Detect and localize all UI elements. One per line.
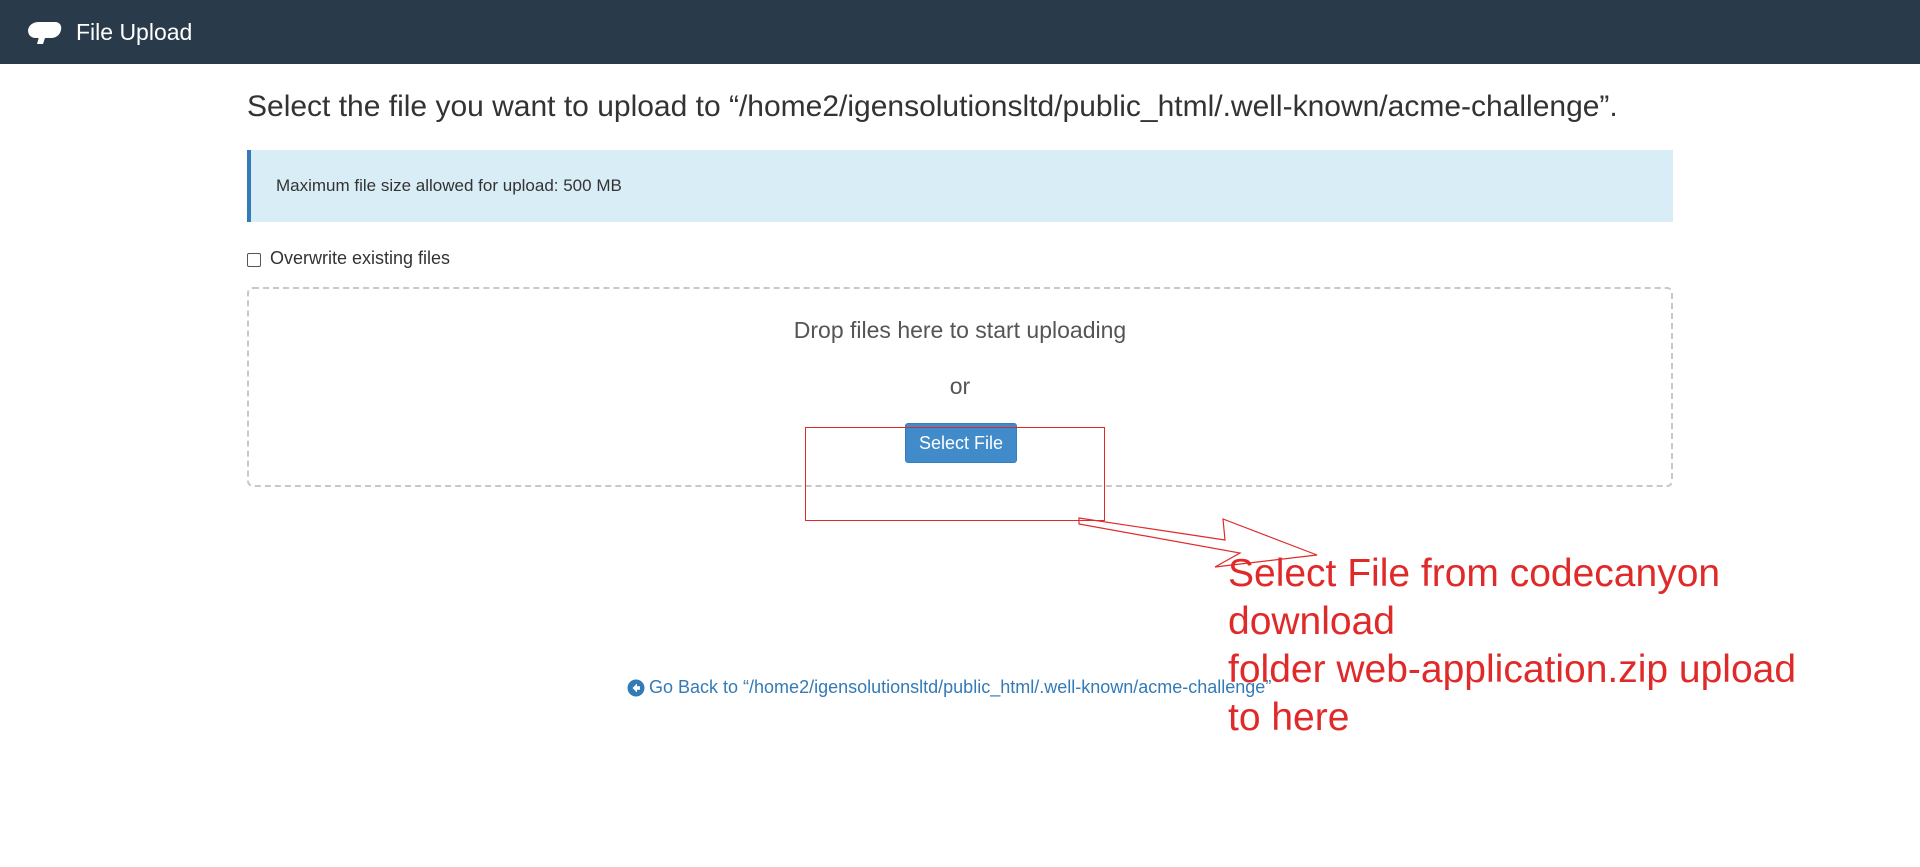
annotation-line-3: to here bbox=[1228, 696, 1350, 739]
cpanel-logo-icon[interactable] bbox=[25, 18, 63, 46]
overwrite-label[interactable]: Overwrite existing files bbox=[270, 248, 450, 269]
overwrite-option: Overwrite existing files bbox=[247, 248, 1673, 269]
go-back-label[interactable]: Go Back to “/home2/igensolutionsltd/publ… bbox=[649, 677, 1271, 698]
info-alert: Maximum file size allowed for upload: 50… bbox=[247, 150, 1673, 222]
drop-files-text: Drop files here to start uploading bbox=[793, 317, 1127, 343]
top-bar: File Upload bbox=[0, 0, 1920, 64]
upload-panel: Select the file you want to upload to “/… bbox=[247, 90, 1673, 487]
annotation-line-2: folder web-application.zip upload bbox=[1228, 648, 1797, 691]
page-title: Select the file you want to upload to “/… bbox=[247, 90, 1618, 123]
max-file-size-text: Maximum file size allowed for upload: 50… bbox=[276, 176, 622, 195]
file-dropzone[interactable]: Drop files here to start uploading or Se… bbox=[247, 287, 1673, 487]
arrow-circle-left-icon bbox=[627, 679, 645, 697]
or-text: or bbox=[949, 373, 971, 399]
annotation-note: Select File from codecanyon download fol… bbox=[1228, 550, 1888, 742]
go-back-link[interactable]: Go Back to “/home2/igensolutionsltd/publ… bbox=[627, 677, 1271, 698]
annotation-line-1: Select File from codecanyon download bbox=[1228, 552, 1721, 643]
overwrite-checkbox[interactable] bbox=[247, 252, 261, 267]
page-header-title: File Upload bbox=[76, 18, 193, 45]
select-file-button[interactable]: Select File bbox=[905, 423, 1017, 463]
